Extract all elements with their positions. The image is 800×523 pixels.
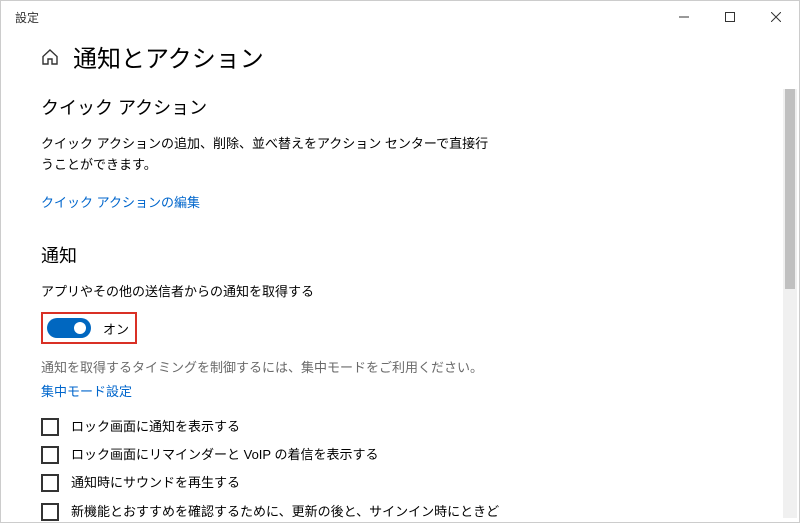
checkbox[interactable]	[41, 418, 59, 436]
minimize-button[interactable]	[661, 1, 707, 33]
settings-window: 設定 通知とアクション クイック アクション クイック アクションの追加、削除、…	[0, 0, 800, 523]
close-button[interactable]	[753, 1, 799, 33]
toggle-knob-icon	[74, 322, 86, 334]
titlebar: 設定	[1, 1, 799, 33]
titlebar-controls	[661, 1, 799, 33]
focus-mode-hint: 通知を取得するタイミングを制御するには、集中モードをご利用ください。	[41, 358, 741, 379]
toggle-state-label: オン	[103, 319, 129, 338]
checkbox[interactable]	[41, 446, 59, 464]
notification-option: 新機能とおすすめを確認するために、更新の後と、サインイン時にときどき、[Wind…	[41, 502, 511, 522]
scrollbar[interactable]	[783, 89, 797, 518]
checkbox[interactable]	[41, 503, 59, 521]
checkbox-label: 通知時にサウンドを再生する	[71, 473, 240, 493]
quick-actions-heading: クイック アクション	[41, 94, 741, 120]
checkbox-label: ロック画面に通知を表示する	[71, 417, 240, 437]
focus-mode-link[interactable]: 集中モード設定	[41, 381, 132, 400]
scrollbar-thumb[interactable]	[785, 89, 795, 289]
notification-options-list: ロック画面に通知を表示する ロック画面にリマインダーと VoIP の着信を表示す…	[41, 417, 511, 522]
home-icon[interactable]	[41, 48, 59, 66]
checkbox-label: ロック画面にリマインダーと VoIP の着信を表示する	[71, 445, 378, 465]
notifications-toggle-row: オン	[41, 312, 137, 344]
scroll-area: 通知とアクション クイック アクション クイック アクションの追加、削除、並べ替…	[1, 33, 781, 522]
notifications-toggle[interactable]	[47, 318, 91, 338]
notifications-heading: 通知	[41, 242, 741, 268]
checkbox[interactable]	[41, 474, 59, 492]
maximize-button[interactable]	[707, 1, 753, 33]
checkbox-label: 新機能とおすすめを確認するために、更新の後と、サインイン時にときどき、[Wind…	[71, 502, 511, 522]
notification-option: ロック画面に通知を表示する	[41, 417, 511, 437]
page-title-row: 通知とアクション	[41, 39, 741, 74]
quick-actions-description: クイック アクションの追加、削除、並べ替えをアクション センターで直接行うことが…	[41, 134, 501, 176]
page-title: 通知とアクション	[73, 39, 264, 74]
notification-option: 通知時にサウンドを再生する	[41, 473, 511, 493]
notification-option: ロック画面にリマインダーと VoIP の着信を表示する	[41, 445, 511, 465]
content-area: 通知とアクション クイック アクション クイック アクションの追加、削除、並べ替…	[1, 33, 799, 522]
window-title: 設定	[15, 9, 661, 26]
get-notifications-label: アプリやその他の送信者からの通知を取得する	[41, 282, 501, 303]
edit-quick-actions-link[interactable]: クイック アクションの編集	[41, 192, 200, 211]
